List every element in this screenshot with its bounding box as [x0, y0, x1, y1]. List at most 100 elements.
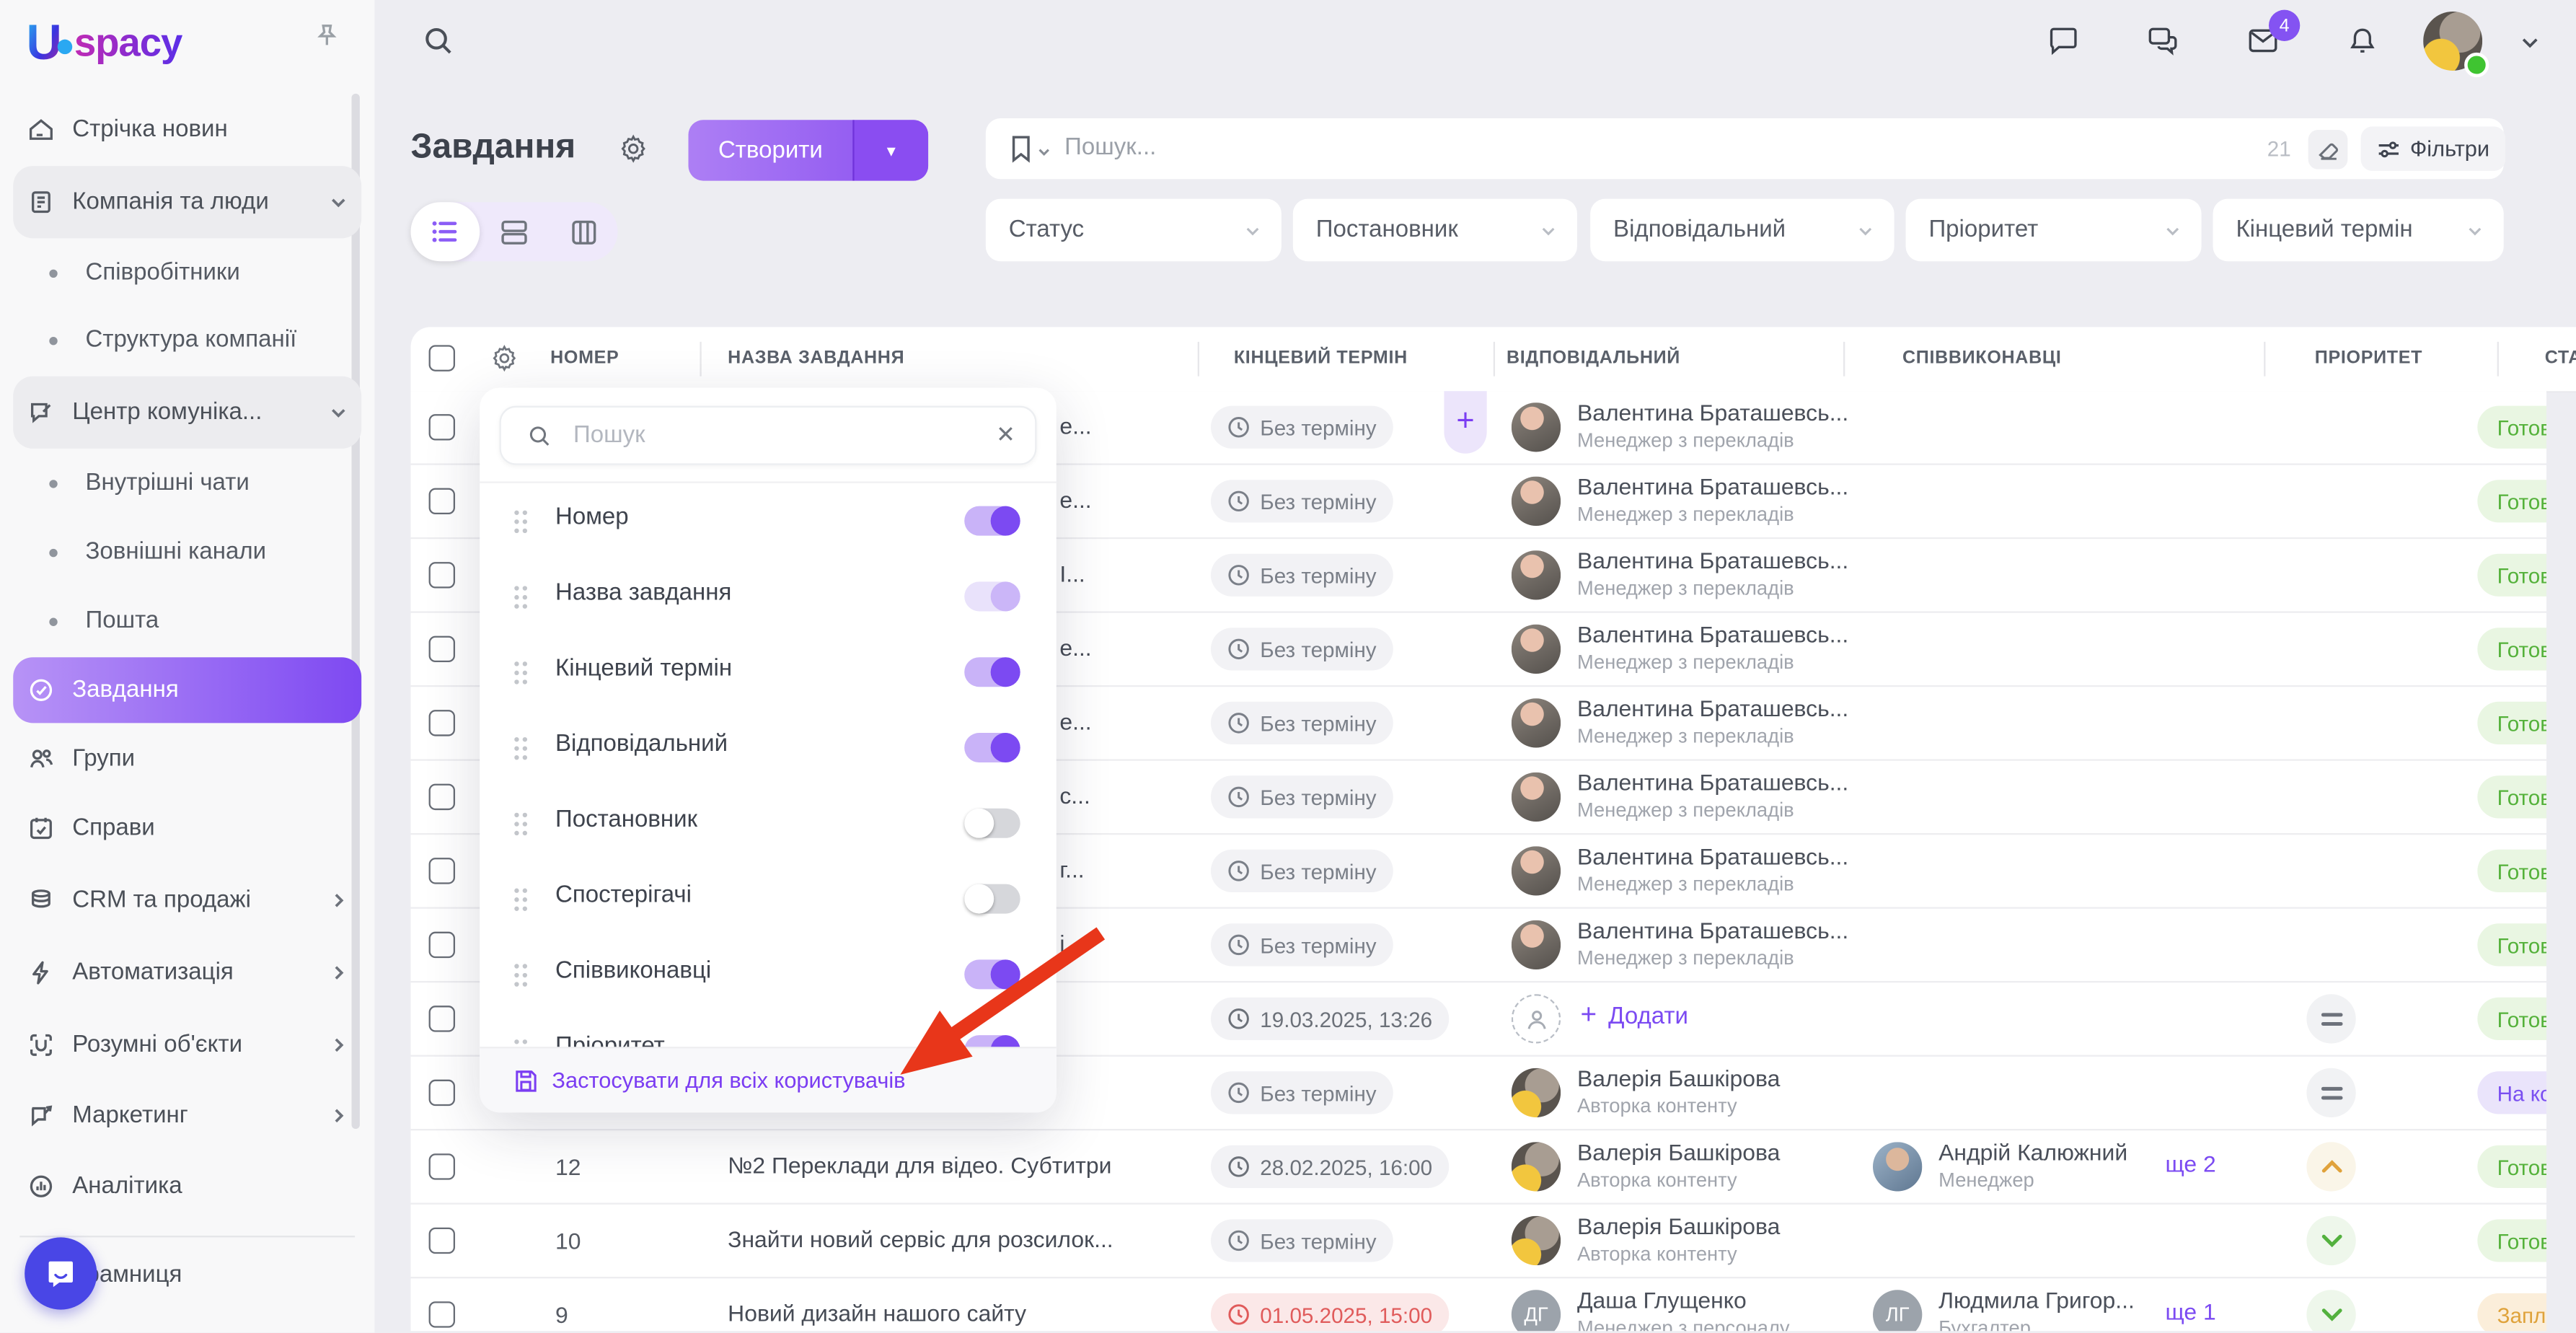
tasks-settings-gear-icon[interactable]: [618, 133, 649, 164]
column-toggle[interactable]: [964, 506, 1020, 536]
status-pill[interactable]: Готово: [2477, 923, 2546, 966]
coexecutor-name[interactable]: Людмила Григор...: [1938, 1287, 2135, 1313]
sidebar-item-comm-center[interactable]: Центр комуніка...: [13, 377, 361, 449]
responsible-name[interactable]: Валентина Браташевсь...: [1577, 917, 1848, 943]
column-toggle[interactable]: [964, 959, 1020, 989]
filters-button[interactable]: Фільтри: [2361, 126, 2506, 171]
responsible-name[interactable]: Валентина Браташевсь...: [1577, 473, 1848, 499]
responsible-name[interactable]: Валентина Браташевсь...: [1577, 695, 1848, 721]
task-search-bar[interactable]: Пошук... 21 Фільтри: [986, 118, 2504, 179]
close-icon[interactable]: ✕: [996, 421, 1015, 449]
add-responsible-button[interactable]: +Додати: [1580, 1003, 1688, 1032]
col-number[interactable]: НОМЕР: [550, 348, 619, 368]
responsible-name[interactable]: Валентина Браташевсь...: [1577, 400, 1848, 426]
clear-filters-eraser-button[interactable]: [2308, 130, 2348, 170]
filter-status[interactable]: Статус: [986, 199, 1282, 262]
responsible-name[interactable]: Валерія Башкірова: [1577, 1065, 1780, 1091]
view-kanban-tab[interactable]: [549, 202, 618, 261]
deadline-pill[interactable]: Без терміну: [1211, 1071, 1393, 1114]
sidebar-item-structure[interactable]: Структура компанії: [13, 307, 361, 373]
status-pill[interactable]: Готово: [2477, 1145, 2546, 1188]
status-pill[interactable]: Готово: [2477, 554, 2546, 597]
drag-handle-icon[interactable]: [513, 661, 529, 685]
popup-column-item[interactable]: Номер: [480, 483, 1057, 559]
task-name-fragment[interactable]: с...: [1059, 782, 1090, 808]
popup-column-item[interactable]: Співвиконавці: [480, 936, 1057, 1012]
filter-responsible[interactable]: Відповідальний: [1590, 199, 1894, 262]
sidebar-item-marketing[interactable]: Маркетинг: [13, 1083, 361, 1148]
sidebar-item-groups[interactable]: Групи: [13, 726, 361, 792]
row-checkbox[interactable]: [429, 1301, 455, 1327]
row-checkbox[interactable]: [429, 488, 455, 514]
status-pill[interactable]: Заплановано: [2477, 1293, 2546, 1331]
filter-author[interactable]: Постановник: [1293, 199, 1577, 262]
priority-badge[interactable]: [2306, 1068, 2355, 1117]
col-coexecutors[interactable]: СПІВВИКОНАВЦІ: [1902, 348, 2062, 368]
global-search-icon[interactable]: [422, 25, 455, 58]
column-toggle[interactable]: [964, 884, 1020, 914]
deadline-pill[interactable]: Без терміну: [1211, 628, 1393, 670]
sidebar-item-external-channels[interactable]: Зовнішні канали: [13, 519, 361, 585]
task-name-fragment[interactable]: е...: [1059, 634, 1091, 660]
drag-handle-icon[interactable]: [513, 736, 529, 761]
task-name-fragment[interactable]: І...: [1059, 560, 1085, 586]
popup-column-item[interactable]: Відповідальний: [480, 710, 1057, 786]
deadline-pill[interactable]: Без терміну: [1211, 406, 1393, 449]
pin-icon[interactable]: [312, 22, 342, 51]
col-status[interactable]: СТАТУС: [2545, 348, 2576, 368]
row-checkbox[interactable]: [429, 1006, 455, 1031]
row-checkbox[interactable]: [429, 636, 455, 662]
col-priority[interactable]: ПРІОРИТЕТ: [2315, 348, 2422, 368]
drag-handle-icon[interactable]: [513, 811, 529, 836]
popup-column-item[interactable]: Пріоритет: [480, 1012, 1057, 1048]
status-pill[interactable]: Готово: [2477, 406, 2546, 449]
drag-handle-icon[interactable]: [513, 963, 529, 987]
task-name[interactable]: №2 Переклади для відео. Субтитри: [728, 1152, 1111, 1178]
deadline-pill[interactable]: Без терміну: [1211, 554, 1393, 597]
status-pill[interactable]: Готово: [2477, 775, 2546, 818]
sidebar-item-todos[interactable]: Справи: [13, 796, 361, 861]
profile-chevron-icon[interactable]: [2518, 31, 2541, 54]
column-toggle[interactable]: [964, 581, 1020, 611]
col-deadline[interactable]: КІНЦЕВИЙ ТЕРМІН: [1234, 348, 1408, 368]
filter-priority[interactable]: Пріоритет: [1906, 199, 2202, 262]
popup-column-item[interactable]: Назва завдання: [480, 559, 1057, 635]
priority-badge[interactable]: [2306, 1142, 2355, 1191]
row-checkbox[interactable]: [429, 858, 455, 884]
row-checkbox[interactable]: [429, 710, 455, 736]
view-list-tab[interactable]: [411, 202, 480, 261]
deadline-pill[interactable]: 01.05.2025, 15:00: [1211, 1293, 1449, 1331]
row-checkbox[interactable]: [429, 1153, 455, 1179]
filter-deadline[interactable]: Кінцевий термін: [2213, 199, 2504, 262]
uspacy-logo[interactable]: Uspacy: [26, 17, 182, 72]
task-name-fragment[interactable]: е...: [1059, 486, 1091, 512]
task-name[interactable]: Новий дизайн нашого сайту: [728, 1300, 1026, 1326]
row-checkbox[interactable]: [429, 932, 455, 958]
sidebar-item-analytics[interactable]: Аналітика: [13, 1153, 361, 1219]
responsible-name[interactable]: Валентина Браташевсь...: [1577, 621, 1848, 647]
comment-icon[interactable]: [2045, 23, 2081, 59]
sidebar-item-smart-objects[interactable]: Розумні об'єкти: [13, 1012, 361, 1078]
add-coexecutor-plus-button[interactable]: +: [1444, 391, 1486, 454]
responsible-name[interactable]: Валентина Браташевсь...: [1577, 843, 1848, 869]
task-name-fragment[interactable]: г...: [1059, 856, 1084, 882]
status-pill[interactable]: Готово: [2477, 702, 2546, 744]
drag-handle-icon[interactable]: [513, 585, 529, 610]
sidebar-item-mail[interactable]: Пошта: [13, 589, 361, 654]
column-toggle[interactable]: [964, 657, 1020, 687]
deadline-pill[interactable]: Без терміну: [1211, 850, 1393, 892]
popup-search-field[interactable]: Пошук ✕: [500, 406, 1037, 465]
search-input[interactable]: Пошук...: [1064, 135, 1156, 161]
chats-icon[interactable]: [2144, 23, 2182, 59]
sidebar-item-employees[interactable]: Співробітники: [13, 240, 361, 306]
deadline-pill[interactable]: Без терміну: [1211, 480, 1393, 522]
column-toggle[interactable]: [964, 809, 1020, 838]
deadline-pill[interactable]: 28.02.2025, 16:00: [1211, 1145, 1449, 1188]
responsible-name[interactable]: Валерія Башкірова: [1577, 1139, 1780, 1165]
deadline-pill[interactable]: Без терміну: [1211, 775, 1393, 818]
col-responsible[interactable]: ВІДПОВІДАЛЬНИЙ: [1507, 348, 1680, 368]
bell-icon[interactable]: [2345, 23, 2381, 59]
task-name-fragment[interactable]: і...: [1059, 930, 1084, 956]
deadline-pill[interactable]: 19.03.2025, 13:26: [1211, 998, 1449, 1040]
row-checkbox[interactable]: [429, 562, 455, 588]
